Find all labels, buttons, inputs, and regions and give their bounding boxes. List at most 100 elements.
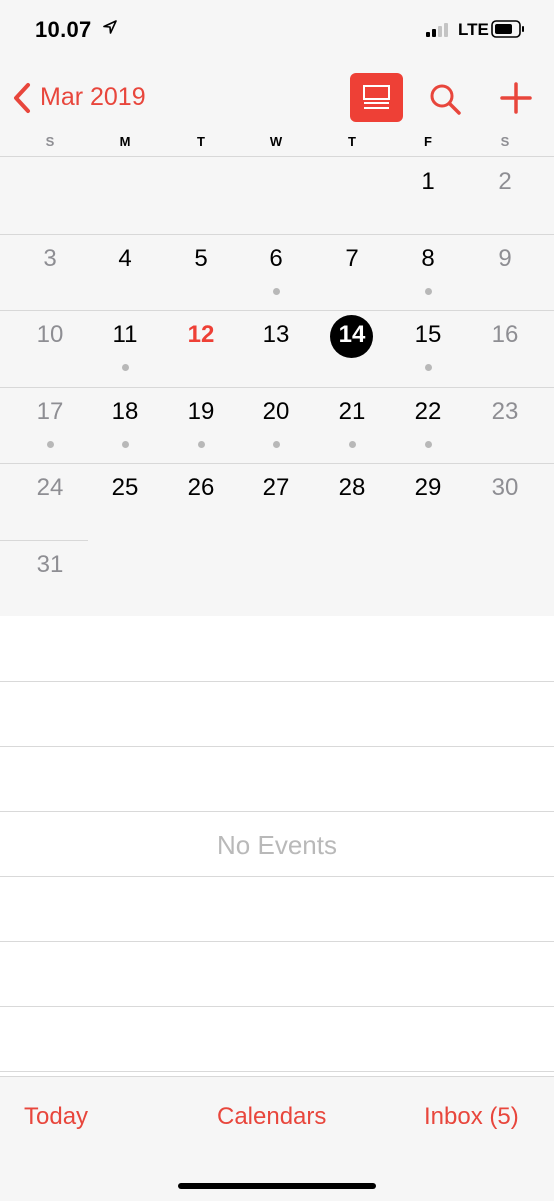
day-number: 10: [36, 321, 64, 348]
day-number: 4: [118, 245, 132, 272]
calendar-day-11[interactable]: 11: [87, 310, 163, 386]
location-arrow-icon: [103, 20, 117, 34]
battery-icon: [491, 20, 524, 38]
calendar-day-13[interactable]: 13: [238, 310, 314, 386]
day-number: 21: [338, 398, 366, 425]
day-number: 31: [36, 551, 64, 578]
event-row-divider: [0, 876, 554, 877]
list-view-icon: [363, 85, 390, 109]
event-row-divider: [0, 811, 554, 812]
calendar-day-18[interactable]: 18: [87, 387, 163, 463]
carrier-label: LTE: [458, 20, 489, 39]
calendar-day-16[interactable]: 16: [467, 310, 543, 386]
day-number: 20: [262, 398, 290, 425]
calendar-day-3[interactable]: 3: [12, 234, 88, 310]
status-time: 10.07: [35, 17, 92, 42]
home-indicator[interactable]: [178, 1183, 376, 1189]
day-number: 2: [498, 168, 512, 195]
day-number: 22: [414, 398, 442, 425]
day-number: 14: [338, 321, 366, 348]
calendar-day-17[interactable]: 17: [12, 387, 88, 463]
event-indicator-dot: [273, 441, 280, 448]
plus-icon[interactable]: [500, 82, 532, 114]
weekday-header: S M T W T F S: [0, 134, 554, 154]
calendar-day-30[interactable]: 30: [467, 463, 543, 539]
calendar-day-23[interactable]: 23: [467, 387, 543, 463]
calendar-day-25[interactable]: 25: [87, 463, 163, 539]
event-row-divider: [0, 1071, 554, 1072]
calendar-day-7[interactable]: 7: [314, 234, 390, 310]
calendar-day-27[interactable]: 27: [238, 463, 314, 539]
day-number: 9: [498, 245, 512, 272]
inbox-button[interactable]: Inbox (5): [424, 1103, 519, 1131]
day-number: 1: [421, 168, 435, 195]
calendar-day-28[interactable]: 28: [314, 463, 390, 539]
calendar-day-6[interactable]: 6: [238, 234, 314, 310]
weekday-label: S: [45, 134, 55, 149]
event-indicator-dot: [273, 288, 280, 295]
event-indicator-dot: [122, 364, 129, 371]
day-number: 27: [262, 474, 290, 501]
calendar-day-12[interactable]: 12: [163, 310, 239, 386]
weekday-label: T: [197, 134, 205, 149]
calendar-day-29[interactable]: 29: [390, 463, 466, 539]
calendar-day-1[interactable]: 1: [390, 157, 466, 233]
day-number: 24: [36, 474, 64, 501]
event-indicator-dot: [122, 441, 129, 448]
calendar-day-19[interactable]: 19: [163, 387, 239, 463]
calendar-day-21[interactable]: 21: [314, 387, 390, 463]
calendar-day-20[interactable]: 20: [238, 387, 314, 463]
calendar-day-2[interactable]: 2: [467, 157, 543, 233]
tab-bar: Today Calendars Inbox (5): [0, 1076, 554, 1201]
day-number: 29: [414, 474, 442, 501]
event-row-divider: [0, 941, 554, 942]
day-number: 30: [491, 474, 519, 501]
weekday-label: F: [424, 134, 432, 149]
day-number: 15: [414, 321, 442, 348]
search-icon[interactable]: [428, 82, 462, 116]
event-indicator-dot: [425, 288, 432, 295]
events-list: No Events: [0, 616, 554, 1074]
chevron-left-icon[interactable]: [12, 82, 32, 114]
list-view-toggle-button[interactable]: [350, 73, 403, 122]
calendar-day-4[interactable]: 4: [87, 234, 163, 310]
calendar-day-15[interactable]: 15: [390, 310, 466, 386]
calendar-day-10[interactable]: 10: [12, 310, 88, 386]
event-indicator-dot: [349, 441, 356, 448]
weekday-label: S: [500, 134, 510, 149]
calendar-day-22[interactable]: 22: [390, 387, 466, 463]
calendar-day-24[interactable]: 24: [12, 463, 88, 539]
event-row-divider: [0, 681, 554, 682]
weekday-label: T: [348, 134, 356, 149]
day-number: 11: [112, 321, 138, 348]
calendar-day-9[interactable]: 9: [467, 234, 543, 310]
calendar-day-8[interactable]: 8: [390, 234, 466, 310]
day-number: 12: [187, 321, 215, 348]
day-number: 28: [338, 474, 366, 501]
day-number: 3: [43, 245, 57, 272]
day-number: 23: [491, 398, 519, 425]
calendar-day-26[interactable]: 26: [163, 463, 239, 539]
navigation-bar: Mar 2019 S M T W T F S: [0, 60, 554, 157]
today-button[interactable]: Today: [24, 1103, 88, 1131]
back-to-year-button[interactable]: Mar 2019: [40, 83, 146, 112]
day-number: 13: [262, 321, 290, 348]
day-number: 16: [491, 321, 519, 348]
calendar-day-14[interactable]: 14: [314, 310, 390, 386]
day-number: 7: [345, 245, 359, 272]
event-indicator-dot: [47, 441, 54, 448]
day-number: 17: [36, 398, 64, 425]
event-row-divider: [0, 1006, 554, 1007]
event-indicator-dot: [425, 364, 432, 371]
weekday-label: M: [119, 134, 131, 149]
no-events-label: No Events: [217, 830, 337, 860]
calendar-day-5[interactable]: 5: [163, 234, 239, 310]
event-indicator-dot: [198, 441, 205, 448]
calendar-day-31[interactable]: 31: [12, 540, 88, 616]
day-number: 19: [187, 398, 215, 425]
calendars-button[interactable]: Calendars: [217, 1103, 326, 1131]
event-row-divider: [0, 746, 554, 747]
day-number: 5: [194, 245, 208, 272]
weekday-label: W: [269, 134, 283, 149]
day-number: 25: [111, 474, 139, 501]
